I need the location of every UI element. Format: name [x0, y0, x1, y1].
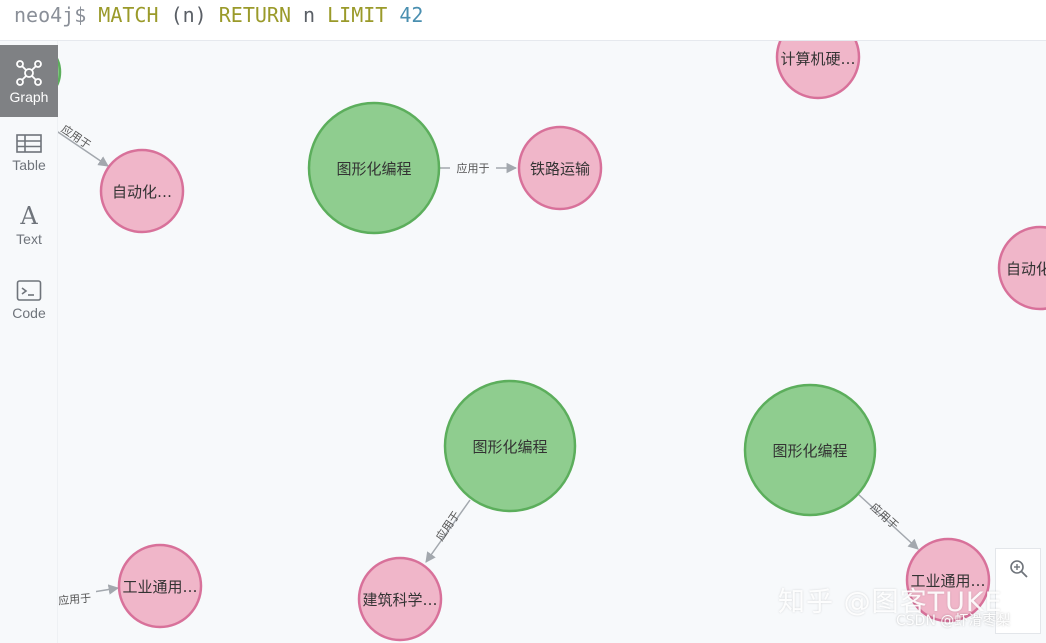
- edge-2[interactable]: 应用于: [440, 159, 518, 177]
- graph-node[interactable]: 计算机硬…: [775, 41, 861, 100]
- graph-node[interactable]: 图形化编程: [443, 379, 577, 513]
- graph-node[interactable]: 自动化…: [99, 148, 185, 234]
- edge-label: 应用于: [59, 122, 94, 152]
- node-label: 图形化编程: [772, 442, 847, 460]
- tab-text-label: Text: [16, 231, 42, 247]
- node-label: 铁路运输: [530, 160, 590, 178]
- edge-label: 应用于: [868, 500, 902, 532]
- query-var: n: [303, 3, 316, 27]
- graph-icon: [16, 60, 42, 86]
- graph-node[interactable]: 建筑科学…: [357, 556, 443, 642]
- graph-node[interactable]: 铁路运输: [517, 125, 603, 211]
- graph-node[interactable]: 图形化编程: [743, 383, 877, 517]
- edge-label: 应用于: [433, 508, 463, 543]
- node-label: 图形化编程: [336, 160, 411, 178]
- node-label: 自动化…: [112, 183, 172, 201]
- node-label: 工业通用…: [122, 578, 197, 596]
- edge-3[interactable]: 应用于: [425, 499, 471, 563]
- query-arg: (n): [170, 3, 207, 27]
- graph-node[interactable]: 图形化编程: [307, 101, 441, 235]
- code-icon: [16, 280, 42, 301]
- graph-node[interactable]: 工业通用…: [117, 543, 203, 629]
- edge-5[interactable]: 应用于: [55, 584, 120, 608]
- edge-label: 应用于: [58, 591, 92, 608]
- text-icon: A: [20, 202, 38, 230]
- tab-table[interactable]: Table: [0, 133, 58, 193]
- table-icon: [16, 134, 42, 153]
- tab-graph[interactable]: Graph: [0, 45, 58, 117]
- tab-text[interactable]: A Text: [0, 203, 58, 263]
- edge-4[interactable]: 应用于: [857, 493, 919, 550]
- query-editor[interactable]: neo4j$ MATCH (n) RETURN n LIMIT 42: [0, 0, 1046, 41]
- prompt-label: neo4j$: [14, 3, 87, 27]
- tab-code[interactable]: Code: [0, 279, 58, 339]
- watermark-csdn: CSDN @虾滑枣梨: [896, 613, 1011, 629]
- edge-label: 应用于: [457, 161, 490, 175]
- graph-view[interactable]: 应用于 应用于 应用于 应用于 应用于 自动化… 图形化编程 铁路运输 计算机硬…: [0, 41, 1046, 643]
- tab-graph-label: Graph: [9, 89, 49, 105]
- node-label: 计算机硬…: [780, 50, 855, 68]
- limit-value: 42: [399, 3, 424, 27]
- keyword-match: MATCH: [98, 3, 159, 27]
- node-label: 图形化编程: [472, 438, 547, 456]
- view-sidebar: Graph Table A Text Code: [0, 41, 58, 643]
- node-label: 建筑科学…: [362, 591, 437, 609]
- keyword-limit: LIMIT: [327, 3, 388, 27]
- edge-1[interactable]: 应用于: [51, 122, 109, 167]
- tab-code-label: Code: [12, 305, 46, 321]
- tab-table-label: Table: [12, 157, 46, 173]
- zoom-in-icon[interactable]: [1008, 558, 1030, 580]
- graph-node[interactable]: 自动化: [997, 225, 1046, 311]
- node-label: 自动化: [1006, 260, 1046, 278]
- keyword-return: RETURN: [218, 3, 291, 27]
